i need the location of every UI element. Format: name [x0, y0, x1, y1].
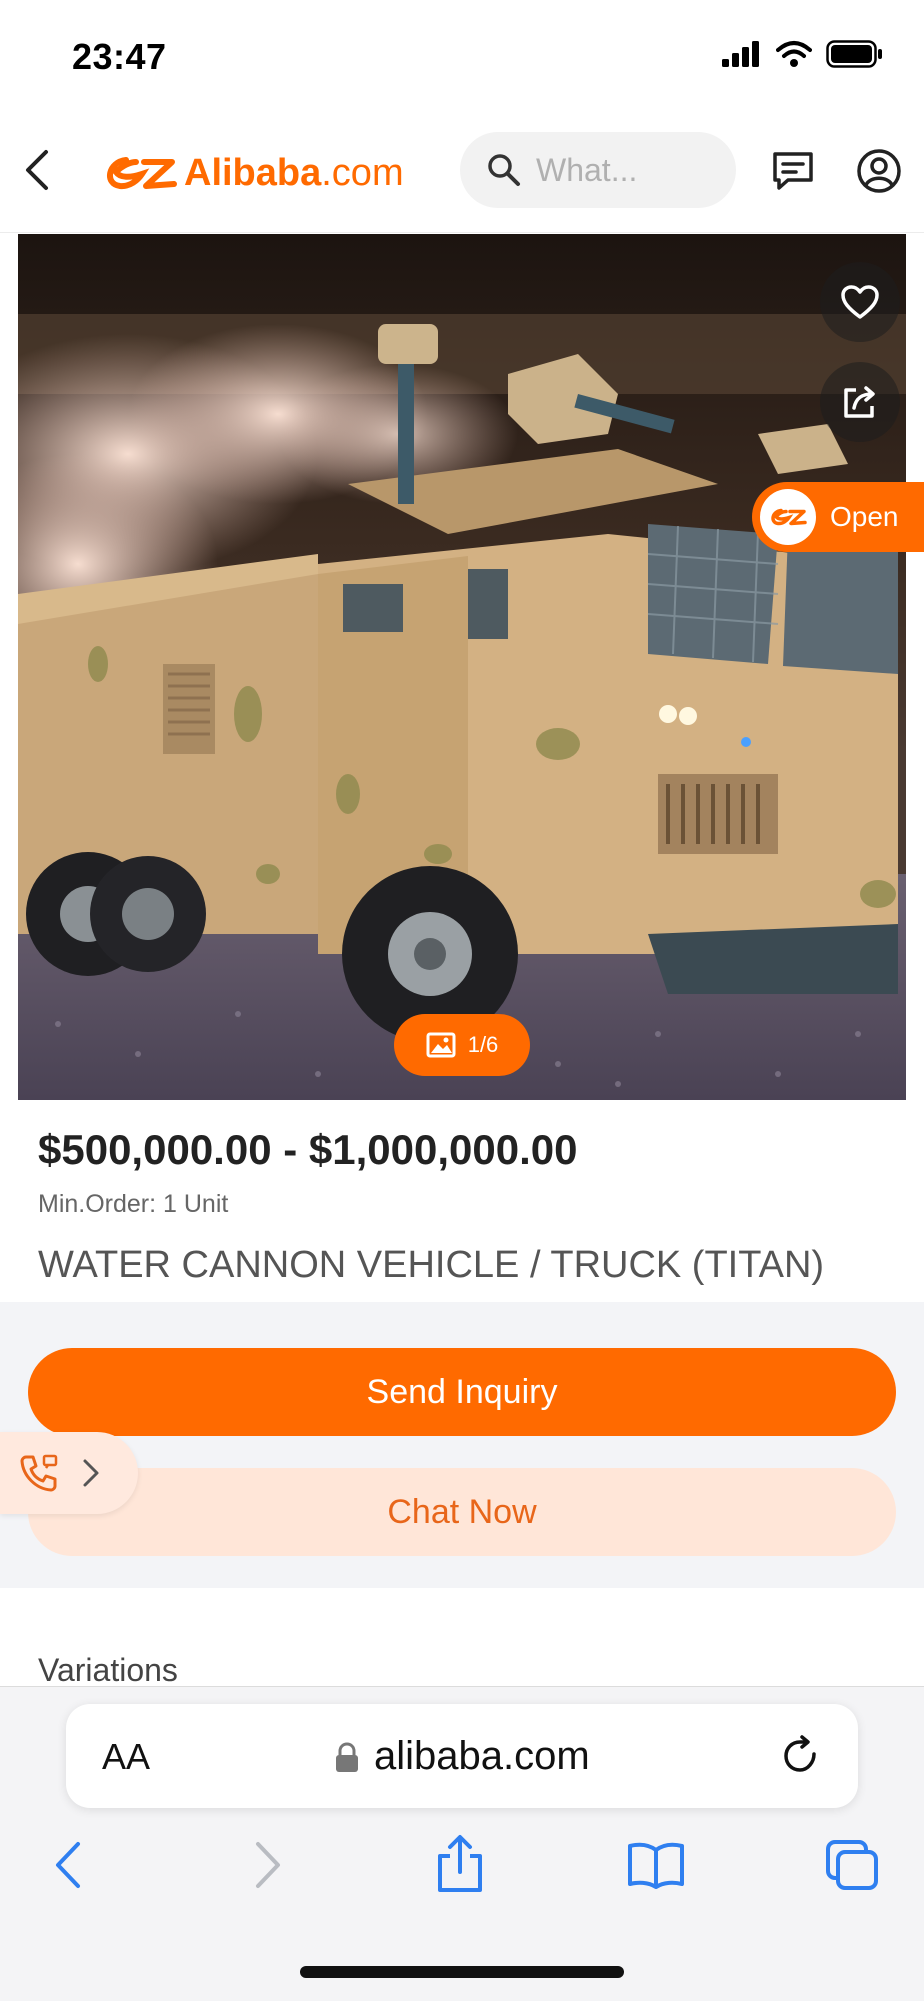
tabs-icon — [826, 1840, 878, 1890]
url-text[interactable]: alibaba.com — [374, 1734, 590, 1779]
alibaba-logo-icon — [107, 157, 177, 190]
contact-call-button[interactable] — [0, 1432, 138, 1514]
alibaba-app-icon — [760, 489, 816, 545]
aa-label: AA — [102, 1736, 151, 1777]
browser-forward-button[interactable] — [250, 1840, 286, 1895]
browser-tabs-button[interactable] — [824, 1838, 880, 1897]
browser-share-button[interactable] — [432, 1834, 488, 1899]
search-placeholder: What... — [536, 151, 638, 188]
reload-button[interactable] — [780, 1734, 824, 1783]
open-in-app-button[interactable]: Open — [752, 482, 924, 552]
back-button[interactable] — [14, 140, 62, 200]
chevron-left-icon — [26, 150, 48, 190]
browser-back-button[interactable] — [50, 1840, 86, 1895]
logo-text: Alibaba.com — [184, 151, 404, 194]
chat-now-button[interactable]: Chat Now — [28, 1468, 896, 1556]
messages-button[interactable] — [770, 148, 816, 194]
chevron-left-icon — [56, 1842, 80, 1888]
book-icon — [628, 1842, 684, 1889]
share-icon — [438, 1835, 482, 1892]
battery-icon — [826, 40, 882, 68]
wifi-icon — [776, 41, 812, 67]
variations-heading: Variations — [38, 1652, 178, 1688]
price-range: $500,000.00 - $1,000,000.00 — [38, 1126, 578, 1173]
status-icons — [722, 40, 884, 68]
reader-settings-button[interactable]: AA — [102, 1736, 150, 1778]
image-icon — [426, 1032, 456, 1058]
open-label: Open — [830, 501, 899, 532]
search-input[interactable]: What... — [460, 132, 736, 208]
product-photo — [18, 234, 906, 1100]
cellular-signal-icon — [722, 41, 759, 67]
share-icon — [844, 386, 875, 418]
logo-suffix: .com — [321, 151, 404, 194]
message-icon — [773, 152, 813, 190]
heart-icon — [841, 285, 879, 319]
chevron-right-icon — [256, 1842, 280, 1888]
product-image[interactable] — [18, 234, 906, 1100]
image-counter-text: 1/6 — [467, 1032, 499, 1057]
product-title: WATER CANNON VEHICLE / TRUCK (TITAN) — [38, 1244, 825, 1286]
image-counter[interactable]: 1/6 — [394, 1014, 530, 1076]
browser-bookmarks-button[interactable] — [626, 1840, 686, 1895]
phone-icon — [20, 1454, 58, 1492]
user-icon — [857, 149, 901, 193]
account-button[interactable] — [856, 148, 902, 194]
send-inquiry-button[interactable]: Send Inquiry — [28, 1348, 896, 1436]
alibaba-logo[interactable]: Alibaba.com — [100, 148, 404, 198]
share-product-button[interactable] — [820, 362, 900, 442]
chevron-right-icon — [83, 1459, 99, 1487]
favorite-button[interactable] — [820, 262, 900, 342]
reload-icon — [784, 1735, 816, 1772]
min-order: Min.Order: 1 Unit — [38, 1190, 229, 1218]
search-icon — [488, 154, 520, 186]
status-time: 23:47 — [72, 36, 167, 77]
lock-icon — [334, 1742, 360, 1779]
home-indicator — [300, 1966, 624, 1978]
